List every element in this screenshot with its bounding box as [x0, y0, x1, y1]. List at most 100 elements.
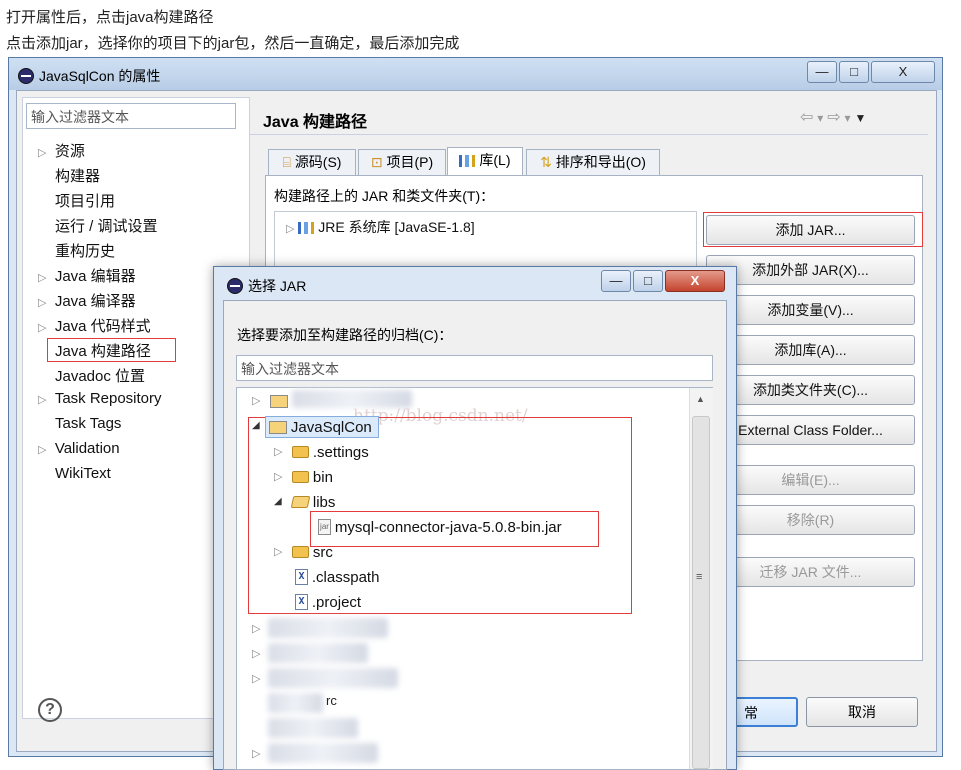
tree-item-resource[interactable]: ▷ 资源: [38, 140, 85, 161]
caption-line-2: 点击添加jar，选择你的项目下的jar包，然后一直确定，最后添加完成: [6, 35, 460, 52]
tree-node-bin[interactable]: bin: [292, 468, 333, 486]
properties-titlebar[interactable]: JavaSqlCon 的属性 — □ X: [9, 58, 942, 90]
expand-arrow-icon[interactable]: ▷: [286, 223, 294, 235]
tree-item-refactor-history[interactable]: 重构历史: [55, 240, 115, 261]
partial-blurred-label: rc: [326, 693, 337, 708]
tree-item-task-tags[interactable]: Task Tags: [55, 415, 121, 432]
tree-item-validation[interactable]: ▷ Validation: [38, 440, 120, 457]
help-icon[interactable]: ?: [38, 698, 62, 722]
dialog-minimize-button[interactable]: —: [601, 270, 631, 292]
forward-menu-icon[interactable]: ▾: [845, 111, 851, 125]
order-export-icon: ⇅: [540, 154, 552, 170]
scrollbar-thumb[interactable]: [692, 416, 710, 769]
expand-arrow-icon[interactable]: ▷: [252, 394, 260, 407]
expand-arrow-icon[interactable]: ▷: [38, 297, 46, 309]
header-divider: [250, 134, 928, 135]
collapse-arrow-icon[interactable]: ◢: [252, 420, 260, 431]
tree-item-java-build-path[interactable]: Java 构建路径: [55, 340, 151, 361]
tree-node-src[interactable]: src: [292, 543, 333, 561]
blurred-project-row: [268, 743, 378, 763]
expand-arrow-icon[interactable]: ▷: [274, 445, 282, 458]
dialog-maximize-button[interactable]: □: [633, 270, 663, 292]
tree-node-mysql-jar[interactable]: jar mysql-connector-java-5.0.8-bin.jar: [318, 518, 562, 536]
add-jar-button[interactable]: 添加 JAR...: [706, 215, 915, 245]
tree-item-task-repository[interactable]: ▷ Task Repository: [38, 390, 162, 407]
add-variable-button[interactable]: 添加变量(V)...: [706, 295, 915, 325]
scroll-up-icon[interactable]: ▲: [696, 394, 705, 404]
expand-arrow-icon[interactable]: ▷: [38, 322, 46, 334]
dialog-prompt: 选择要添加至构建路径的归档(C)：: [237, 327, 453, 343]
blurred-project-row: [268, 618, 388, 638]
expand-arrow-icon[interactable]: ▷: [274, 470, 282, 483]
jre-library-entry[interactable]: ▷ JRE 系统库 [JavaSE-1.8]: [286, 217, 475, 237]
expand-arrow-icon[interactable]: ▷: [38, 272, 46, 284]
project-icon: [269, 420, 287, 434]
tree-item-java-editor[interactable]: ▷ Java 编辑器: [38, 265, 136, 286]
add-external-class-folder-button[interactable]: External Class Folder...: [706, 415, 915, 445]
tree-scrollbar[interactable]: ▲ ≡: [689, 388, 713, 769]
tree-item-project-references[interactable]: 项目引用: [55, 190, 115, 211]
library-icon: [459, 155, 476, 168]
expand-arrow-icon[interactable]: ▷: [252, 747, 260, 760]
blurred-project-row: [268, 668, 398, 688]
tab-source[interactable]: ⌸ 源码(S): [268, 149, 356, 175]
expand-arrow-icon[interactable]: ▷: [38, 444, 46, 456]
folder-icon: [292, 546, 309, 559]
dialog-close-button[interactable]: X: [665, 270, 725, 292]
dialog-title: 选择 JAR: [248, 278, 307, 294]
project-icon: [270, 395, 288, 408]
folder-icon: [292, 471, 309, 484]
eclipse-logo-icon: [18, 68, 34, 84]
add-external-jar-button[interactable]: 添加外部 JAR(X)...: [706, 255, 915, 285]
cancel-button[interactable]: 取消: [806, 697, 918, 727]
add-library-button[interactable]: 添加库(A)...: [706, 335, 915, 365]
back-arrow-icon[interactable]: ⇦: [800, 109, 813, 126]
xml-file-icon: X: [295, 569, 308, 586]
category-filter-input[interactable]: 输入过滤器文本: [26, 103, 236, 129]
tree-item-java-code-style[interactable]: ▷ Java 代码样式: [38, 315, 151, 336]
build-path-list-label: 构建路径上的 JAR 和类文件夹(T)：: [274, 188, 495, 204]
library-icon: [298, 222, 315, 235]
remove-button[interactable]: 移除(R): [706, 505, 915, 535]
scroll-grip-icon: ≡: [696, 571, 703, 583]
blurred-project-row: [268, 693, 323, 713]
add-class-folder-button[interactable]: 添加类文件夹(C)...: [706, 375, 915, 405]
caption-line-1: 打开属性后，点击java构建路径: [6, 9, 214, 26]
tree-item-javadoc-location[interactable]: Javadoc 位置: [55, 365, 145, 386]
back-menu-icon[interactable]: ▾: [817, 111, 823, 125]
collapse-arrow-icon[interactable]: ◢: [274, 496, 282, 507]
expand-arrow-icon[interactable]: ▷: [38, 147, 46, 159]
expand-arrow-icon[interactable]: ▷: [252, 672, 260, 685]
tree-item-run-debug[interactable]: 运行 / 调试设置: [55, 215, 158, 236]
tree-item-java-compiler[interactable]: ▷ Java 编译器: [38, 290, 136, 311]
tab-libraries[interactable]: 库(L): [447, 147, 523, 175]
tree-node-project[interactable]: JavaSqlCon: [269, 418, 372, 436]
nav-toolbar: ⇦ ▾ ⇨ ▾ ▼: [800, 107, 866, 127]
view-menu-icon[interactable]: ▼: [854, 111, 866, 125]
forward-arrow-icon[interactable]: ⇨: [827, 109, 840, 126]
jar-file-icon: jar: [318, 519, 331, 536]
expand-arrow-icon[interactable]: ▷: [252, 647, 260, 660]
expand-arrow-icon[interactable]: ▷: [252, 622, 260, 635]
tree-node-classpath[interactable]: X .classpath: [295, 568, 379, 586]
edit-button[interactable]: 编辑(E)...: [706, 465, 915, 495]
tab-projects[interactable]: ⊡ 项目(P): [358, 149, 446, 175]
eclipse-logo-icon: [227, 278, 243, 294]
maximize-button[interactable]: □: [839, 61, 869, 83]
tree-node-libs[interactable]: libs: [290, 493, 335, 511]
blurred-project-label: [292, 390, 412, 408]
dialog-filter-input[interactable]: 输入过滤器文本: [236, 355, 713, 381]
tab-order-export[interactable]: ⇅ 排序和导出(O): [526, 149, 660, 175]
close-button[interactable]: X: [871, 61, 935, 83]
minimize-button[interactable]: —: [807, 61, 837, 83]
project-folder-icon: ⊡: [370, 154, 383, 170]
tree-item-builders[interactable]: 构建器: [55, 165, 100, 186]
expand-arrow-icon[interactable]: ▷: [274, 545, 282, 558]
window-title: JavaSqlCon 的属性: [39, 68, 161, 84]
blurred-project-row: [268, 718, 358, 738]
tree-item-wikitext[interactable]: WikiText: [55, 465, 111, 482]
tree-node-settings[interactable]: .settings: [292, 443, 369, 461]
tree-node-project-file[interactable]: X .project: [295, 593, 361, 611]
migrate-jar-button[interactable]: 迁移 JAR 文件...: [706, 557, 915, 587]
expand-arrow-icon[interactable]: ▷: [38, 394, 46, 406]
